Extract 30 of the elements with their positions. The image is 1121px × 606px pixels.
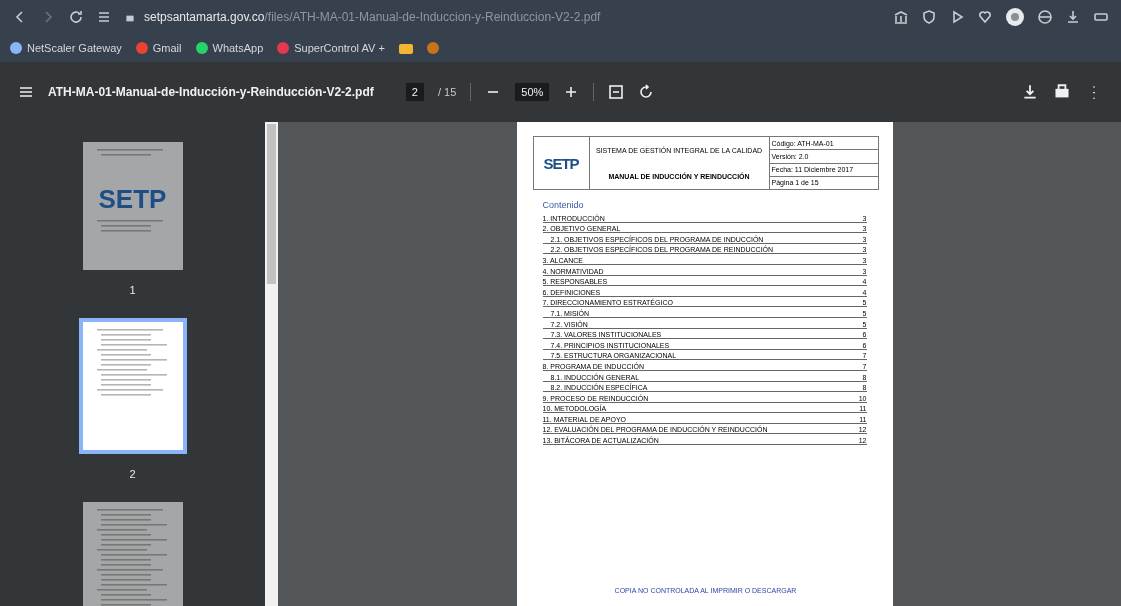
heart-icon[interactable] (977, 9, 993, 25)
bookmark-link[interactable]: Gmail (135, 42, 182, 54)
page-thumbnail[interactable] (82, 502, 183, 606)
thumbnail-page-number: 1 (129, 284, 136, 296)
bookmark-icon[interactable] (426, 42, 439, 54)
menu-icon[interactable] (18, 84, 34, 100)
document-title: ATH-MA-01-Manual-de-Inducción-y-Reinducción-V2-2.pdf (48, 85, 374, 99)
folder-icon[interactable] (398, 42, 413, 54)
download-icon[interactable] (1021, 83, 1039, 101)
bank-icon[interactable] (893, 9, 909, 25)
rotate-icon[interactable] (638, 84, 655, 100)
toc-heading: Contenido (542, 200, 585, 210)
shield-icon[interactable] (921, 9, 937, 25)
page-thumbnail[interactable] (78, 318, 187, 454)
bookmark-link[interactable]: WhatsApp (195, 42, 264, 54)
logo-text: SETP (543, 154, 579, 172)
page-number-field[interactable]: 2 (405, 83, 424, 101)
download-icon[interactable] (1065, 9, 1081, 25)
fit-page-icon[interactable] (608, 84, 625, 100)
avatar-icon[interactable] (1005, 7, 1025, 27)
thumbnail-page-number: 2 (129, 468, 136, 480)
bookmark-link[interactable]: SuperControl AV + (277, 42, 385, 54)
address-bar[interactable]: setpsantamarta.gov.co/files/ATH-MA-01-Manual-de-Induccion-y-Reinduccion-V2-2.pdf (124, 10, 881, 24)
reload-icon[interactable] (68, 9, 84, 25)
bookmark-link[interactable]: NetScaler Gateway (10, 42, 122, 54)
cover-title: SETP (98, 184, 167, 215)
scrollbar[interactable] (265, 122, 278, 606)
page-total: / 15 (437, 86, 457, 98)
tab-grid-icon[interactable] (96, 9, 112, 25)
zoom-field[interactable]: 50% (515, 83, 550, 101)
